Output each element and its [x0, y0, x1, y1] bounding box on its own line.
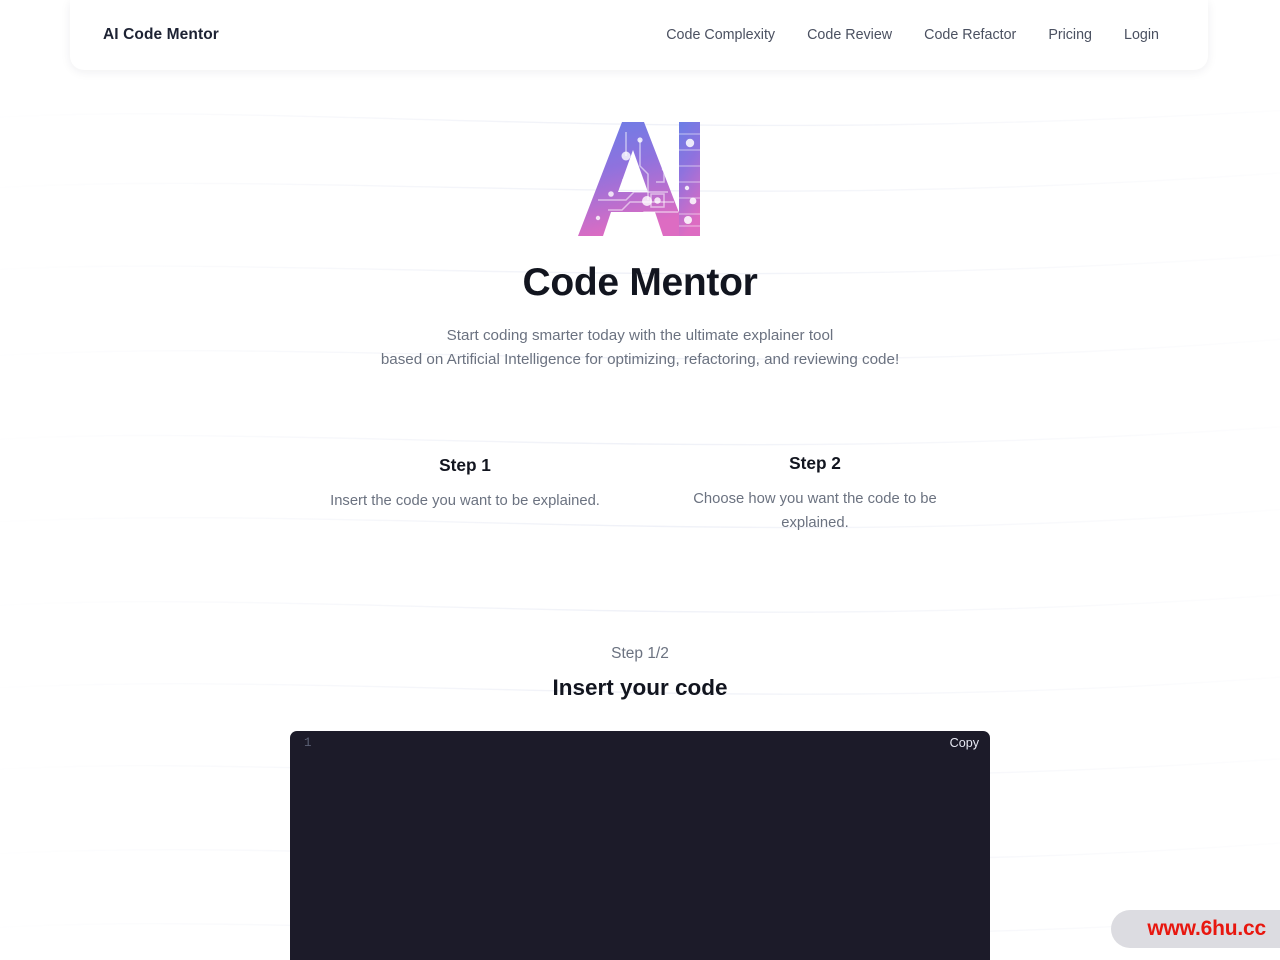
main-nav: Code Complexity Code Review Code Refacto…: [650, 21, 1175, 49]
brand-logo-text[interactable]: AI Code Mentor: [103, 26, 219, 44]
editor-heading: Insert your code: [552, 675, 728, 700]
step-progress-label: Step 1/2: [611, 645, 669, 662]
code-editor-toolbar: 1 Copy: [290, 731, 990, 759]
code-editor-line-number: 1: [304, 736, 312, 750]
hero-subtitle-line-1: Start coding smarter today with the ulti…: [446, 326, 834, 344]
site-watermark: @f www.6hu.cc: [1111, 910, 1280, 948]
nav-link-code-refactor[interactable]: Code Refactor: [908, 21, 1032, 49]
ai-logo: [0, 120, 1280, 240]
ai-logo-svg: [578, 122, 700, 236]
step-card-1: Step 1 Insert the code you want to be ex…: [290, 455, 640, 535]
nav-link-code-complexity[interactable]: Code Complexity: [650, 21, 791, 49]
ai-logo-letter-i: [679, 122, 700, 236]
step-2-description: Choose how you want the code to be expla…: [693, 491, 937, 531]
page-title: Code Mentor: [522, 261, 758, 304]
watermark-pill: www.6hu.cc: [1111, 910, 1280, 948]
code-editor[interactable]: 1 Copy: [290, 731, 990, 960]
ai-logo-letter-a: [578, 122, 688, 236]
hero-subtitle: Start coding smarter today with the ulti…: [0, 324, 1280, 372]
step-2-title: Step 2: [789, 453, 841, 473]
code-input-textarea[interactable]: [290, 759, 990, 960]
watermark-url: www.6hu.cc: [1147, 917, 1266, 940]
nav-link-pricing[interactable]: Pricing: [1032, 21, 1108, 49]
step-card-2: Step 2 Choose how you want the code to b…: [640, 453, 990, 535]
hero-subtitle-line-2: based on Artificial Intelligence for opt…: [380, 350, 900, 368]
steps-section: Step 1 Insert the code you want to be ex…: [0, 453, 1280, 535]
hero-section: Code Mentor Start coding smarter today w…: [0, 70, 1280, 372]
top-navigation-bar: AI Code Mentor Code Complexity Code Revi…: [70, 0, 1208, 70]
step-1-title: Step 1: [439, 455, 491, 475]
nav-link-code-review[interactable]: Code Review: [791, 21, 908, 49]
code-input-section: Step 1/2 Insert your code 1 Copy: [0, 645, 1280, 960]
nav-link-login[interactable]: Login: [1108, 21, 1175, 49]
step-1-description: Insert the code you want to be explained…: [330, 493, 600, 509]
copy-button[interactable]: Copy: [947, 735, 982, 751]
